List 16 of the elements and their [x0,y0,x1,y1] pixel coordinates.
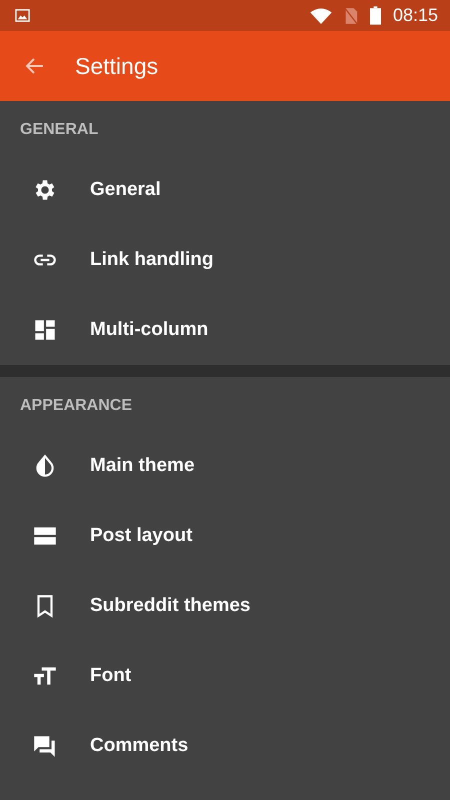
no-sim-icon [344,6,358,24]
settings-item[interactable]: Subreddit themes [0,571,450,641]
wifi-icon [310,8,332,24]
settings-item[interactable]: Main theme [0,431,450,501]
section-header: GENERAL [19,120,100,140]
battery-icon [370,6,381,25]
settings-item[interactable]: Comments [0,711,450,781]
settings-item[interactable]: General [0,155,450,225]
settings-item[interactable]: Link handling [0,225,450,295]
image-icon [15,8,30,23]
settings-item[interactable]: Multi-column [0,295,450,365]
settings-item[interactable]: Font [0,641,450,711]
section-header: APPEARANCE [19,396,134,416]
clock: 08:15 [392,5,438,26]
screen-title: Settings [75,52,158,80]
settings-item[interactable]: Post layout [0,501,450,571]
